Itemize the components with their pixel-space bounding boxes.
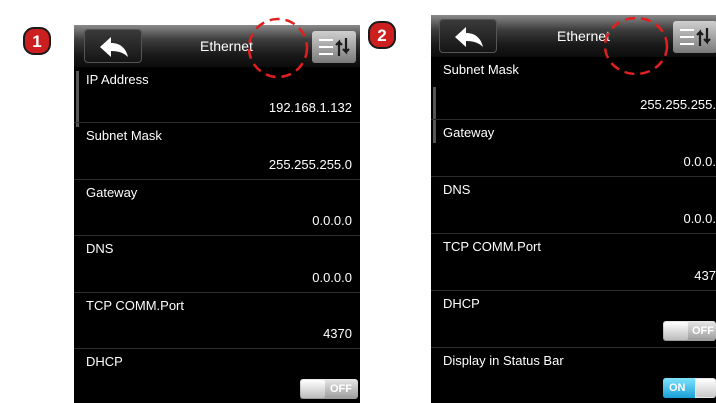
field-label: DHCP [86, 354, 123, 369]
toggle-state: OFF [692, 325, 714, 337]
list-item-gateway[interactable]: Gateway 0.0.0.0 [74, 180, 360, 236]
ethernet-screen-1: Ethernet IP Address 192.168.1.132 Subnet… [74, 25, 360, 403]
list-item-ip-address[interactable]: IP Address 192.168.1.132 [74, 67, 360, 123]
dhcp-toggle[interactable]: OFF [300, 379, 358, 399]
sort-menu-icon [680, 28, 711, 46]
dhcp-toggle[interactable]: OFF [663, 321, 716, 341]
step-badge-number: 2 [377, 26, 386, 45]
sort-menu-button[interactable] [312, 31, 356, 63]
list-item-gateway[interactable]: Gateway 0.0.0. [431, 120, 716, 177]
field-label: IP Address [86, 72, 149, 87]
toggle-state: ON [669, 382, 686, 394]
toggle-state: OFF [330, 383, 352, 395]
field-value: 0.0.0.0 [312, 270, 352, 285]
back-button[interactable] [84, 29, 142, 63]
title-bar: Ethernet [431, 15, 716, 57]
field-label: Display in Status Bar [443, 353, 564, 368]
list-item-dns[interactable]: DNS 0.0.0. [431, 177, 716, 234]
ethernet-screen-2: Ethernet Subnet Mask 255.255.255. Gatewa… [431, 15, 716, 403]
field-label: DNS [443, 182, 471, 197]
toggle-knob [301, 380, 325, 398]
field-value: 437 [694, 268, 716, 283]
list-item-tcp-comm-port[interactable]: TCP COMM.Port 4370 [74, 293, 360, 349]
numbered-step-badge-icon: 2 [368, 21, 396, 49]
list-item-dhcp[interactable]: DHCP OFF [74, 349, 360, 403]
field-label: TCP COMM.Port [443, 239, 541, 254]
list-item-subnet-mask[interactable]: Subnet Mask 255.255.255. [431, 57, 716, 120]
step-badge-1: 1 [22, 26, 52, 56]
field-label: Gateway [443, 125, 495, 140]
field-label: Gateway [86, 185, 138, 200]
field-label: DNS [86, 241, 114, 256]
back-arrow-icon [455, 27, 483, 47]
toggle-knob [664, 322, 688, 340]
field-value: 255.255.255.0 [268, 157, 352, 172]
list-item-dns[interactable]: DNS 0.0.0.0 [74, 236, 360, 293]
numbered-step-badge-icon: 1 [23, 27, 51, 55]
field-value: 0.0.0. [683, 154, 716, 169]
field-label: Subnet Mask [443, 62, 519, 77]
back-arrow-icon [100, 37, 128, 57]
toggle-knob [696, 379, 716, 397]
field-value: 0.0.0.0 [312, 213, 352, 228]
list-item-subnet-mask[interactable]: Subnet Mask 255.255.255.0 [74, 123, 360, 180]
field-label: DHCP [443, 296, 480, 311]
title-bar: Ethernet [74, 25, 360, 67]
status-bar-toggle[interactable]: ON [663, 378, 716, 398]
field-value: 255.255.255. [640, 97, 716, 112]
back-button[interactable] [439, 19, 497, 53]
dashed-highlight-circle [603, 16, 669, 76]
list-item-dhcp[interactable]: DHCP OFF [431, 291, 716, 348]
list-item-display-in-status-bar[interactable]: Display in Status Bar ON [431, 348, 716, 403]
field-value: 192.168.1.132 [268, 100, 352, 115]
field-label: TCP COMM.Port [86, 298, 184, 313]
step-badge-2: 2 [367, 20, 397, 50]
list-item-tcp-comm-port[interactable]: TCP COMM.Port 437 [431, 234, 716, 291]
field-value: 4370 [323, 326, 352, 341]
field-value: 0.0.0. [683, 211, 716, 226]
step-badge-number: 1 [32, 32, 41, 51]
sort-menu-button[interactable] [673, 21, 716, 53]
sort-menu-icon [319, 38, 350, 56]
field-label: Subnet Mask [86, 128, 162, 143]
dashed-highlight-circle [247, 17, 309, 79]
